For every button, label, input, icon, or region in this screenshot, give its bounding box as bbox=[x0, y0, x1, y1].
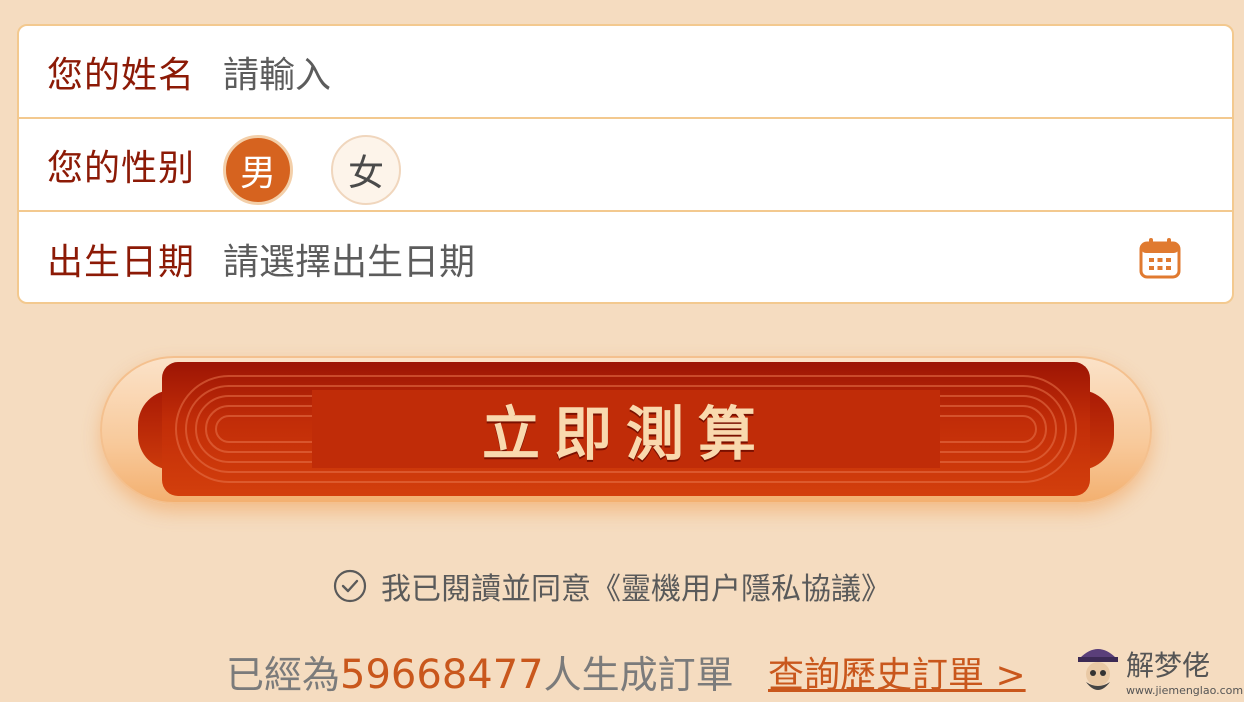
gender-label: 您的性别 bbox=[47, 147, 196, 189]
watermark-logo-icon bbox=[1078, 649, 1118, 690]
order-history-link[interactable]: 查詢歷史訂單 > bbox=[768, 646, 1026, 698]
name-row: 您的姓名 請輸入 bbox=[19, 26, 1232, 119]
site-watermark: 解梦佬 www.jiemenglao.com bbox=[1074, 640, 1244, 702]
birth-info-form: 您的姓名 請輸入 您的性别 男 女 出生日期 請選擇出生日期 bbox=[17, 24, 1234, 304]
check-circle-icon[interactable] bbox=[333, 569, 367, 603]
gender-male-button[interactable]: 男 bbox=[223, 135, 293, 205]
submit-button[interactable]: 立即測算 bbox=[162, 362, 1090, 496]
privacy-agreement[interactable]: 我已閱讀並同意《靈機用户隱私協議》 bbox=[333, 566, 891, 607]
submit-button-label: 立即測算 bbox=[481, 400, 770, 468]
name-input[interactable]: 請輸入 bbox=[223, 46, 331, 98]
calendar-icon[interactable] bbox=[1138, 236, 1182, 280]
birthdate-row[interactable]: 出生日期 請選擇出生日期 bbox=[19, 212, 1232, 302]
birthdate-input[interactable]: 請選擇出生日期 bbox=[223, 233, 475, 285]
gender-female-button[interactable]: 女 bbox=[331, 135, 401, 205]
stats-suffix: 人生成訂單 bbox=[543, 653, 734, 697]
birthdate-label: 出生日期 bbox=[47, 241, 196, 283]
agreement-text: 我已閱讀並同意《靈機用户隱私協議》 bbox=[381, 572, 891, 607]
order-stats: 已經為 59668477 人生成訂單 bbox=[226, 644, 734, 698]
submit-button-frame: 立即測算 bbox=[100, 356, 1152, 504]
watermark-url: www.jiemenglao.com bbox=[1126, 684, 1244, 697]
watermark-title: 解梦佬 bbox=[1126, 649, 1211, 682]
name-label: 您的姓名 bbox=[47, 54, 196, 96]
gender-row: 您的性别 男 女 bbox=[19, 119, 1232, 212]
order-count: 59668477 bbox=[340, 652, 544, 698]
stats-prefix: 已經為 bbox=[226, 653, 341, 697]
